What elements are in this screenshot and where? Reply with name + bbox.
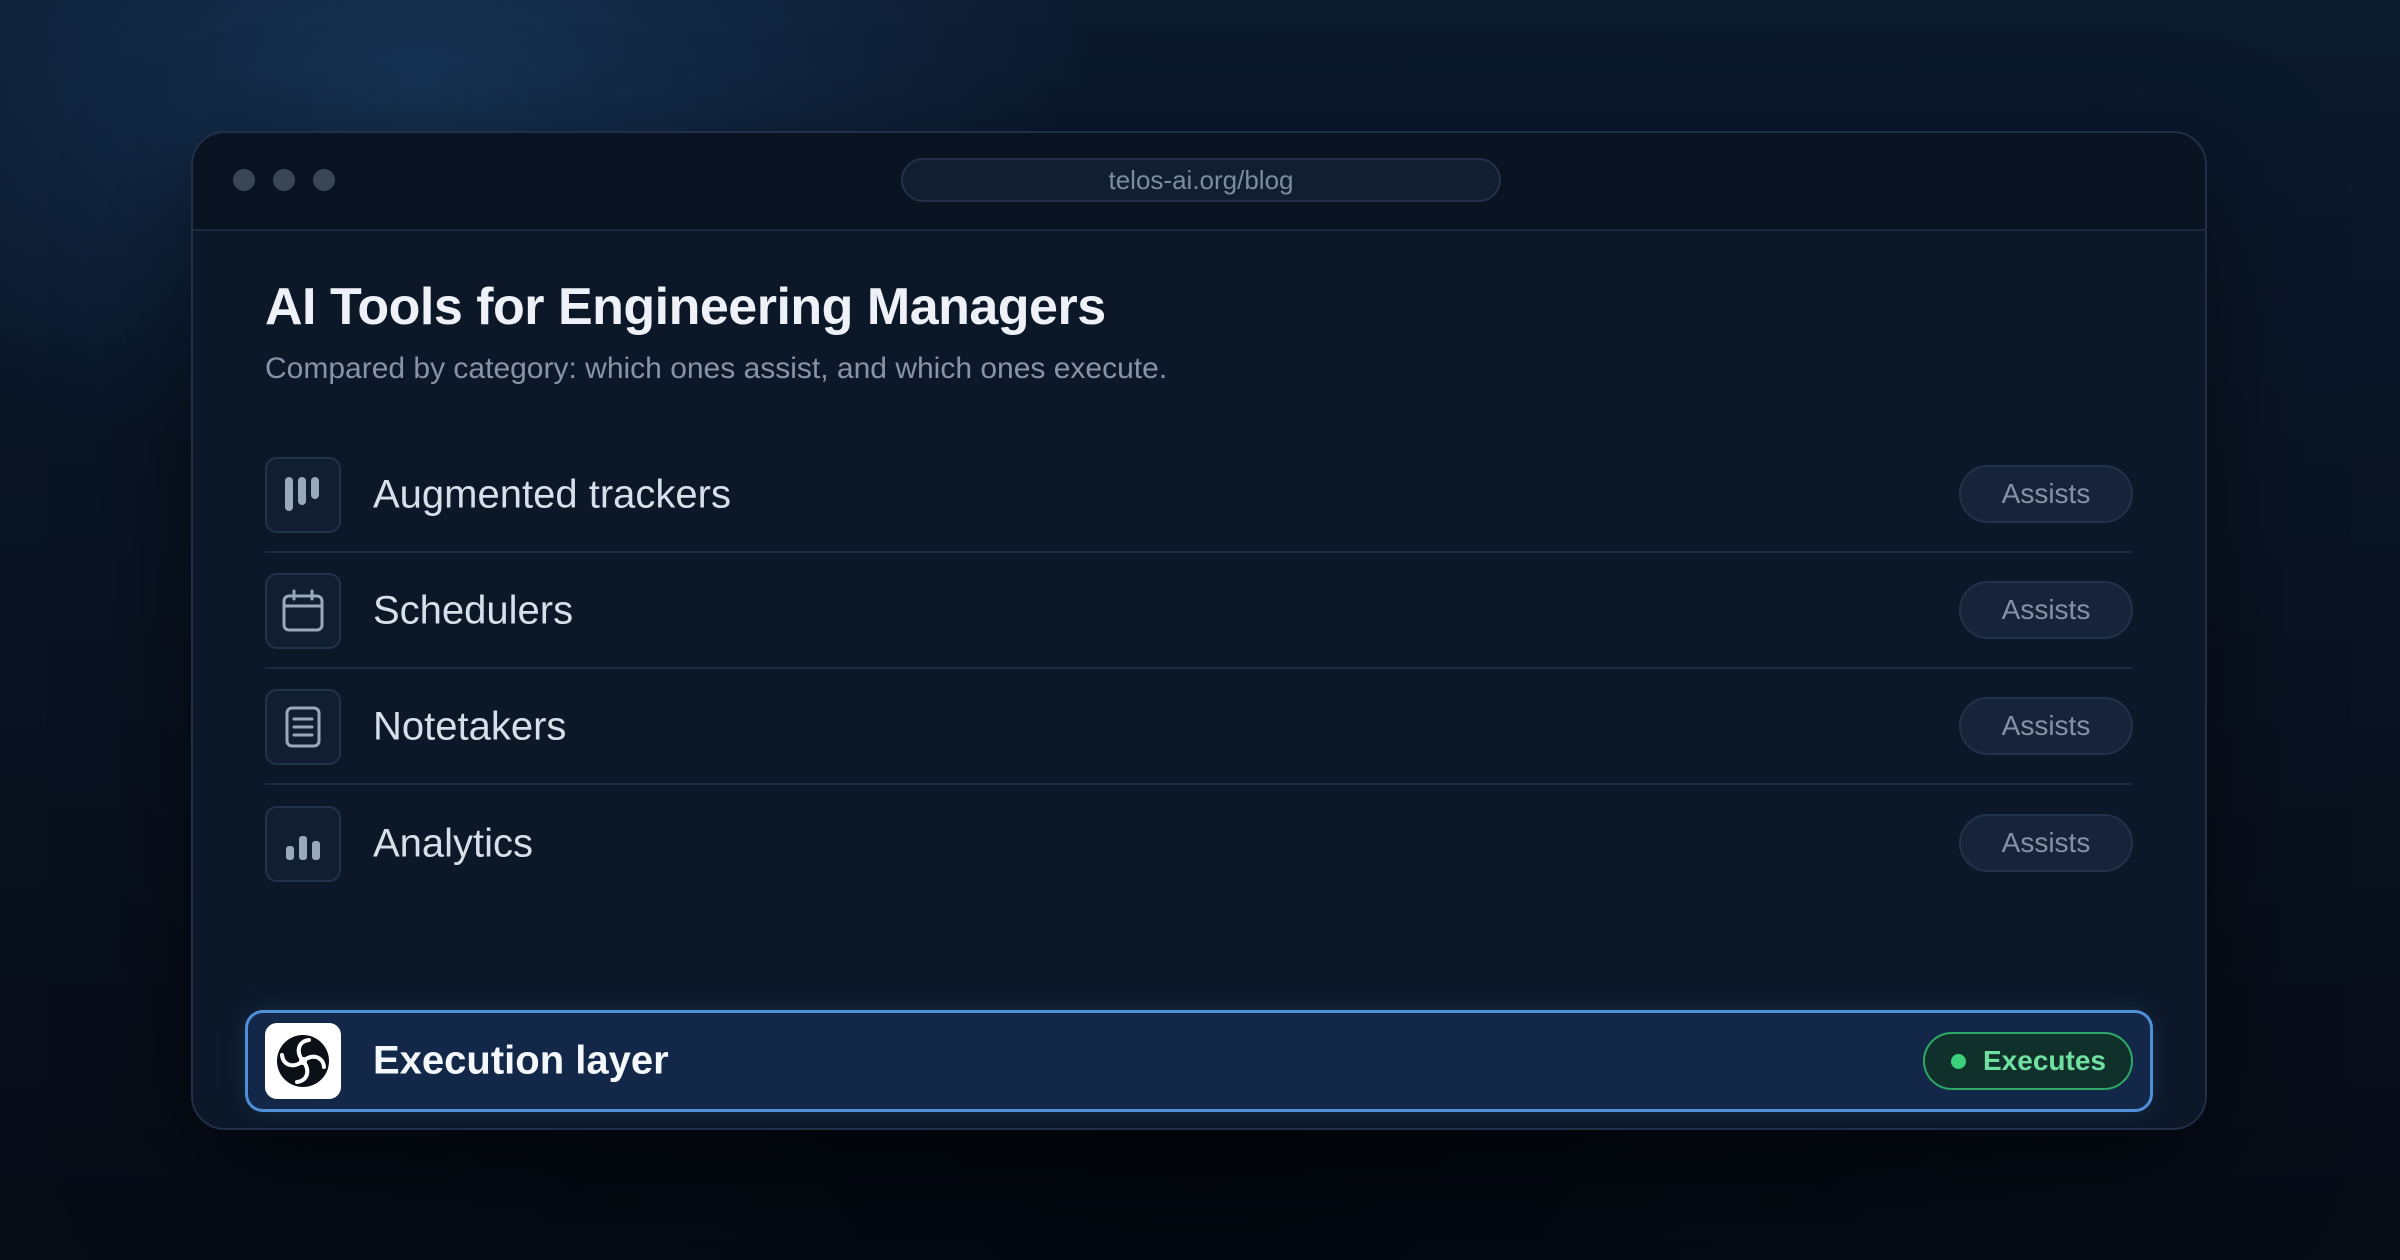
window-close-dot[interactable] (233, 169, 255, 191)
window-minimize-dot[interactable] (273, 169, 295, 191)
calendar-icon (265, 573, 341, 649)
list-item-schedulers: Schedulers Assists (265, 555, 2133, 669)
row-label: Notetakers (373, 704, 567, 749)
article-content: AI Tools for Engineering Managers Compar… (245, 229, 2153, 1128)
browser-window: telos-ai.org/blog AI Tools for Engineeri… (191, 131, 2207, 1130)
page-subtitle: Compared by category: which ones assist,… (265, 352, 1168, 385)
assists-badge: Assists (1959, 581, 2133, 639)
executes-badge: Executes (1923, 1032, 2133, 1090)
assists-badge: Assists (1959, 697, 2133, 755)
assists-badge: Assists (1959, 465, 2133, 523)
document-icon (265, 689, 341, 765)
list-item-analytics: Analytics Assists (265, 787, 2133, 901)
executes-badge-label: Executes (1983, 1045, 2106, 1076)
page-title: AI Tools for Engineering Managers (265, 278, 1106, 336)
row-label: Augmented trackers (373, 472, 731, 517)
address-bar[interactable]: telos-ai.org/blog (901, 158, 1501, 202)
list-item-augmented-trackers: Augmented trackers Assists (265, 439, 2133, 553)
row-label: Analytics (373, 821, 534, 866)
list-item-execution-layer: Execution layer Executes (245, 1010, 2153, 1112)
browser-titlebar: telos-ai.org/blog (193, 133, 2205, 231)
list-item-notetakers: Notetakers Assists (265, 671, 2133, 785)
kanban-columns-icon (265, 457, 341, 533)
telos-logo-icon (265, 1023, 341, 1099)
row-label: Execution layer (373, 1038, 669, 1083)
row-label: Schedulers (373, 588, 574, 633)
status-dot-icon (1951, 1054, 1966, 1069)
assists-badge: Assists (1959, 814, 2133, 872)
bar-chart-icon (265, 806, 341, 882)
window-maximize-dot[interactable] (313, 169, 335, 191)
